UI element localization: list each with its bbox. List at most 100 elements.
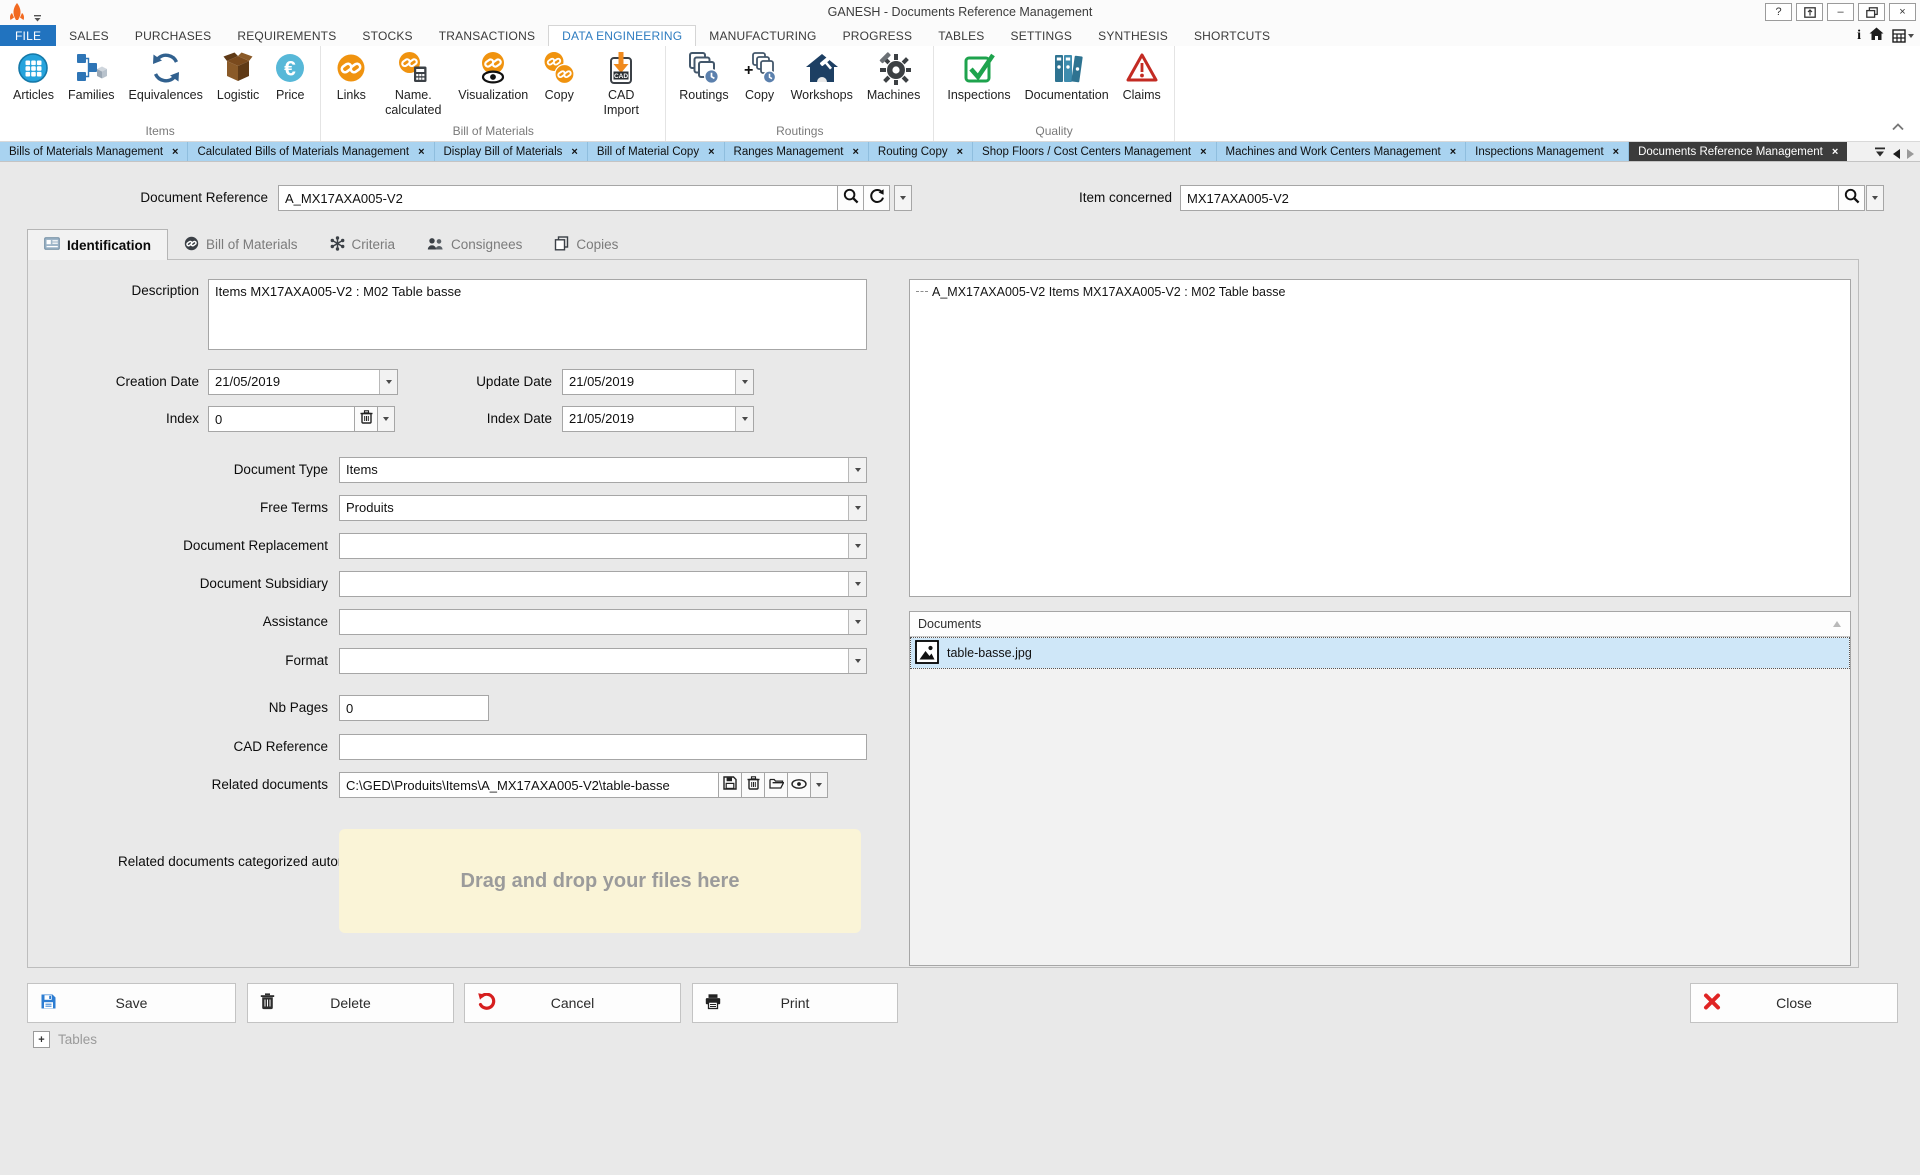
chevron-down-icon[interactable] bbox=[848, 649, 866, 673]
chevron-down-icon[interactable] bbox=[848, 496, 866, 520]
update-date-picker[interactable]: 21/05/2019 bbox=[562, 369, 754, 395]
delete-button[interactable]: Delete bbox=[247, 983, 454, 1023]
ribbon-item-workshops[interactable]: Workshops bbox=[784, 47, 860, 103]
document-replacement-select[interactable] bbox=[339, 533, 867, 559]
ribbon-tab-shortcuts[interactable]: SHORTCUTS bbox=[1181, 25, 1283, 46]
doc-tab-calculated-bom[interactable]: Calculated Bills of Materials Management… bbox=[188, 142, 434, 161]
documents-column-header[interactable]: Documents bbox=[910, 612, 1850, 637]
ribbon-tab-tables[interactable]: TABLES bbox=[925, 25, 997, 46]
minimize-button[interactable]: – bbox=[1827, 3, 1854, 21]
chevron-down-icon[interactable] bbox=[735, 370, 753, 394]
scroll-tabs-right-icon[interactable] bbox=[1907, 149, 1914, 159]
related-documents-save-button[interactable] bbox=[718, 772, 742, 798]
info-icon[interactable]: i bbox=[1857, 28, 1861, 44]
tab-criteria[interactable]: Criteria bbox=[314, 229, 412, 260]
ribbon-item-families[interactable]: Families bbox=[61, 47, 122, 103]
related-documents-dropdown-button[interactable] bbox=[810, 772, 828, 798]
ribbon-item-logistic[interactable]: Logistic bbox=[210, 47, 266, 103]
cancel-button[interactable]: Cancel bbox=[464, 983, 681, 1023]
document-reference-search-button[interactable] bbox=[837, 185, 864, 211]
pin-window-button[interactable] bbox=[1796, 3, 1823, 21]
assistance-select[interactable] bbox=[339, 609, 867, 635]
close-tab-icon[interactable]: × bbox=[571, 146, 577, 158]
nb-pages-input[interactable] bbox=[339, 695, 489, 721]
ribbon-tab-requirements[interactable]: REQUIREMENTS bbox=[224, 25, 349, 46]
close-tab-icon[interactable]: × bbox=[1613, 146, 1619, 158]
item-concerned-search-button[interactable] bbox=[1838, 185, 1865, 211]
doc-tab-documents-reference[interactable]: Documents Reference Management× bbox=[1629, 142, 1847, 161]
close-tab-icon[interactable]: × bbox=[418, 146, 424, 158]
file-row-selected[interactable]: table-basse.jpg bbox=[911, 638, 1849, 668]
help-button[interactable]: ? bbox=[1765, 3, 1792, 21]
ribbon-item-name-calculated[interactable]: Name. calculated bbox=[375, 47, 451, 118]
ribbon-tab-synthesis[interactable]: SYNTHESIS bbox=[1085, 25, 1181, 46]
close-tab-icon[interactable]: × bbox=[957, 146, 963, 158]
related-documents-open-button[interactable] bbox=[764, 772, 788, 798]
ribbon-item-articles[interactable]: Articles bbox=[6, 47, 61, 103]
index-input[interactable] bbox=[208, 406, 355, 432]
ribbon-item-copy-routing[interactable]: + Copy bbox=[736, 47, 784, 103]
ribbon-item-price[interactable]: € Price bbox=[266, 47, 314, 103]
document-reference-refresh-button[interactable] bbox=[863, 185, 890, 211]
ribbon-item-visualization[interactable]: Visualization bbox=[451, 47, 535, 103]
description-input[interactable]: Items MX17AXA005-V2 : M02 Table basse bbox=[208, 279, 867, 350]
doc-tab-bom-copy[interactable]: Bill of Material Copy× bbox=[588, 142, 725, 161]
ribbon-tab-stocks[interactable]: STOCKS bbox=[349, 25, 425, 46]
ribbon-tab-transactions[interactable]: TRANSACTIONS bbox=[426, 25, 548, 46]
item-concerned-input[interactable] bbox=[1180, 185, 1839, 211]
ribbon-tab-manufacturing[interactable]: MANUFACTURING bbox=[696, 25, 829, 46]
chevron-down-icon[interactable] bbox=[848, 610, 866, 634]
tables-expander[interactable]: + Tables bbox=[33, 1031, 97, 1048]
save-button[interactable]: Save bbox=[27, 983, 236, 1023]
document-subsidiary-select[interactable] bbox=[339, 571, 867, 597]
close-tab-icon[interactable]: × bbox=[1450, 146, 1456, 158]
doc-tab-machines-work-centers[interactable]: Machines and Work Centers Management× bbox=[1217, 142, 1467, 161]
ribbon-item-cad-import[interactable]: CAD CAD Import bbox=[583, 47, 659, 118]
ribbon-tab-sales[interactable]: SALES bbox=[56, 25, 122, 46]
expand-plus-icon[interactable]: + bbox=[33, 1031, 50, 1048]
index-date-picker[interactable]: 21/05/2019 bbox=[562, 406, 754, 432]
doc-tab-display-bom[interactable]: Display Bill of Materials× bbox=[435, 142, 588, 161]
ribbon-item-links[interactable]: Links bbox=[327, 47, 375, 103]
ribbon-tab-settings[interactable]: SETTINGS bbox=[998, 25, 1086, 46]
ribbon-tab-data-engineering[interactable]: DATA ENGINEERING bbox=[548, 25, 696, 46]
doc-tab-inspections[interactable]: Inspections Management× bbox=[1466, 142, 1629, 161]
calculator-icon[interactable] bbox=[1892, 29, 1914, 43]
print-button[interactable]: Print bbox=[692, 983, 898, 1023]
item-concerned-dropdown-button[interactable] bbox=[1866, 185, 1884, 211]
document-type-select[interactable]: Items bbox=[339, 457, 867, 483]
ribbon-item-claims[interactable]: Claims bbox=[1116, 47, 1168, 103]
ribbon-collapse-icon[interactable] bbox=[1892, 118, 1904, 136]
ribbon-item-machines[interactable]: Machines bbox=[860, 47, 928, 103]
ribbon-tab-purchases[interactable]: PURCHASES bbox=[122, 25, 224, 46]
close-tab-icon[interactable]: × bbox=[1832, 146, 1838, 158]
tab-bill-of-materials[interactable]: Bill of Materials bbox=[168, 229, 314, 260]
ribbon-item-documentation[interactable]: Documentation bbox=[1018, 47, 1116, 103]
format-select[interactable] bbox=[339, 648, 867, 674]
related-documents-preview-button[interactable] bbox=[787, 772, 811, 798]
document-reference-input[interactable] bbox=[278, 185, 838, 211]
document-reference-dropdown-button[interactable] bbox=[894, 185, 912, 211]
file-dropzone[interactable]: Drag and drop your files here bbox=[339, 829, 861, 933]
scroll-tabs-left-icon[interactable] bbox=[1893, 149, 1900, 159]
doc-tab-shop-floors[interactable]: Shop Floors / Cost Centers Management× bbox=[973, 142, 1216, 161]
tab-copies[interactable]: Copies bbox=[538, 229, 634, 260]
cad-reference-input[interactable] bbox=[339, 734, 867, 760]
chevron-down-icon[interactable] bbox=[735, 407, 753, 431]
restore-button[interactable] bbox=[1858, 3, 1885, 21]
free-terms-select[interactable]: Produits bbox=[339, 495, 867, 521]
ribbon-item-inspections[interactable]: Inspections bbox=[940, 47, 1017, 103]
related-documents-delete-button[interactable] bbox=[741, 772, 765, 798]
chevron-down-icon[interactable] bbox=[848, 534, 866, 558]
chevron-down-icon[interactable] bbox=[848, 458, 866, 482]
doc-tab-ranges[interactable]: Ranges Management× bbox=[725, 142, 869, 161]
chevron-down-icon[interactable] bbox=[848, 572, 866, 596]
home-icon[interactable] bbox=[1869, 27, 1884, 44]
close-tab-icon[interactable]: × bbox=[172, 146, 178, 158]
tab-consignees[interactable]: Consignees bbox=[411, 229, 538, 260]
ribbon-tab-file[interactable]: FILE bbox=[0, 25, 56, 46]
tree-item[interactable]: A_MX17AXA005-V2 Items MX17AXA005-V2 : M0… bbox=[932, 285, 1285, 299]
close-tab-icon[interactable]: × bbox=[1200, 146, 1206, 158]
related-documents-input[interactable] bbox=[339, 772, 719, 798]
tab-identification[interactable]: Identification bbox=[27, 229, 168, 260]
